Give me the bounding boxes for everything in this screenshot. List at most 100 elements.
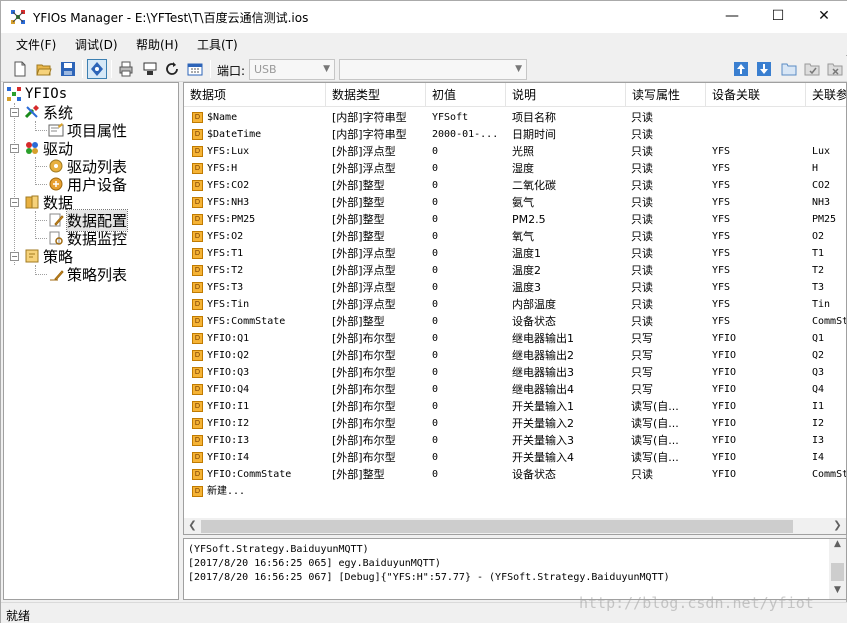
scroll-down-icon[interactable]: ▼ bbox=[829, 585, 846, 595]
column-header-device[interactable]: 设备关联 bbox=[706, 83, 806, 107]
tree-root[interactable]: YFIOs bbox=[6, 85, 67, 103]
menu-file[interactable]: 文件(F) bbox=[16, 36, 56, 53]
collapse-icon[interactable]: − bbox=[10, 251, 19, 261]
table-row[interactable]: D YFS:CO2 [外部]整型 0 二氧化碳 只读 YFS CO2 bbox=[184, 177, 846, 194]
table-row[interactable]: D YFS:Tin [外部]浮点型 0 内部温度 只读 YFS Tin bbox=[184, 296, 846, 313]
minimize-button[interactable]: — bbox=[709, 1, 755, 31]
tree-item-project-properties[interactable]: 项目属性 bbox=[48, 121, 127, 140]
table-row[interactable]: D $Name [内部]字符串型 YFSoft 项目名称 只读 bbox=[184, 109, 846, 126]
scroll-left-icon[interactable]: ❮ bbox=[184, 520, 201, 533]
scroll-up-icon[interactable]: ▲ bbox=[829, 539, 846, 549]
table-row[interactable]: D $DateTime [内部]字符串型 2000-01-... 日期时间 只读 bbox=[184, 126, 846, 143]
log-panel[interactable]: (YFSoft.Strategy.BaiduyunMQTT) [2017/8/2… bbox=[183, 538, 847, 600]
table-row[interactable]: D YFS:CommState [外部]整型 0 设备状态 只读 YFS CommSt bbox=[184, 313, 846, 330]
cell-device: YFIO bbox=[712, 435, 737, 446]
cell-access: 只读 bbox=[631, 230, 653, 243]
folder-delete-icon bbox=[827, 63, 843, 76]
tree-item-user-device[interactable]: 用户设备 bbox=[48, 175, 127, 194]
table-row[interactable]: D YFS:PM25 [外部]整型 0 PM2.5 只读 YFS PM25 bbox=[184, 211, 846, 228]
refresh-button[interactable] bbox=[162, 59, 182, 79]
column-header-access[interactable]: 读写属性 bbox=[626, 83, 706, 107]
vertical-scrollbar[interactable]: ▲ ▼ bbox=[829, 539, 846, 599]
table-row[interactable]: D YFS:NH3 [外部]整型 0 氨气 只读 YFS NH3 bbox=[184, 194, 846, 211]
cell-item-text: YFIO:I1 bbox=[207, 401, 250, 412]
cell-item-text: YFIO:I4 bbox=[207, 452, 250, 463]
folder-check-button[interactable] bbox=[802, 59, 822, 79]
folder-delete-button[interactable] bbox=[825, 59, 845, 79]
open-button[interactable] bbox=[34, 59, 54, 79]
new-file-button[interactable] bbox=[10, 59, 30, 79]
tree-item-driver-list[interactable]: 驱动列表 bbox=[48, 157, 127, 176]
menu-tools[interactable]: 工具(T) bbox=[197, 36, 238, 53]
maximize-button[interactable]: ☐ bbox=[755, 1, 801, 31]
scrollbar-thumb[interactable] bbox=[831, 563, 844, 581]
collapse-icon[interactable]: − bbox=[10, 143, 19, 153]
tree-item-data-monitor[interactable]: 数据监控 bbox=[48, 229, 127, 248]
table-row[interactable]: D YFS:T3 [外部]浮点型 0 温度3 只读 YFS T3 bbox=[184, 279, 846, 296]
print-button[interactable] bbox=[116, 59, 136, 79]
table-row[interactable]: D YFS:T1 [外部]浮点型 0 温度1 只读 YFS T1 bbox=[184, 245, 846, 262]
table-row[interactable]: D YFIO:I1 [外部]布尔型 0 开关量输入1 读写(自... YFIO I1 bbox=[184, 398, 846, 415]
cell-item-text: YFIO:Q3 bbox=[207, 367, 250, 378]
cell-initial: 0 bbox=[432, 214, 439, 225]
table-row[interactable]: D YFIO:I4 [外部]布尔型 0 开关量输入4 读写(自... YFIO I4 bbox=[184, 449, 846, 466]
move-down-button[interactable] bbox=[754, 59, 774, 79]
cell-device: YFIO bbox=[712, 384, 737, 395]
save-button[interactable] bbox=[58, 59, 78, 79]
app-logo-icon bbox=[11, 10, 25, 24]
column-header-initial[interactable]: 初值 bbox=[426, 83, 506, 107]
device-select[interactable]: ▼ bbox=[339, 59, 527, 80]
tree-item-data-config[interactable]: 数据配置 bbox=[48, 208, 129, 232]
table-row[interactable]: D YFIO:CommState [外部]整型 0 设备状态 只读 YFIO CommSt bbox=[184, 466, 847, 483]
tree-item-strategy-list[interactable]: 策略列表 bbox=[48, 265, 127, 284]
tree-node-strategy[interactable]: − 策略 bbox=[10, 247, 73, 266]
cell-item-text: YFS:PM25 bbox=[207, 214, 256, 225]
cell-device bbox=[712, 483, 808, 500]
horizontal-scrollbar[interactable]: ❮ ❯ bbox=[184, 518, 846, 534]
cell-item-text: YFIO:I2 bbox=[207, 418, 250, 429]
data-item-icon: D bbox=[192, 367, 203, 378]
table-row[interactable]: D YFIO:I2 [外部]布尔型 0 开关量输入2 读写(自... YFIO I2 bbox=[184, 415, 846, 432]
table-row[interactable]: D YFS:O2 [外部]整型 0 氧气 只读 YFS O2 bbox=[184, 228, 846, 245]
move-up-icon bbox=[734, 62, 748, 76]
cell-access: 只读 bbox=[631, 281, 653, 294]
folder-button[interactable] bbox=[779, 59, 799, 79]
close-icon: ✕ bbox=[818, 8, 830, 24]
tree-node-data[interactable]: − 数据 bbox=[10, 193, 73, 212]
menu-debug[interactable]: 调试(D) bbox=[75, 36, 118, 53]
column-header-param[interactable]: 关联参 bbox=[806, 83, 846, 107]
cell-device: YFIO bbox=[712, 401, 737, 412]
refresh-icon bbox=[166, 62, 178, 75]
close-button[interactable]: ✕ bbox=[801, 1, 847, 31]
port-select[interactable]: USB ▼ bbox=[249, 59, 335, 80]
cell-initial: 0 bbox=[432, 146, 439, 157]
table-row[interactable]: D YFS:T2 [外部]浮点型 0 温度2 只读 YFS T2 bbox=[184, 262, 846, 279]
tree-node-system[interactable]: − 系统 bbox=[10, 103, 73, 122]
collapse-icon[interactable]: − bbox=[10, 197, 19, 207]
move-up-button[interactable] bbox=[731, 59, 751, 79]
table-row[interactable]: D YFIO:Q3 [外部]布尔型 0 继电器输出3 只写 YFIO Q3 bbox=[184, 364, 846, 381]
scrollbar-thumb[interactable] bbox=[201, 520, 793, 533]
table-row[interactable]: D YFIO:Q2 [外部]布尔型 0 继电器输出2 只写 YFIO Q2 bbox=[184, 347, 846, 364]
table-row[interactable]: D YFIO:I3 [外部]布尔型 0 开关量输入3 读写(自... YFIO I3 bbox=[184, 432, 846, 449]
cell-description: 继电器输出2 bbox=[512, 349, 574, 362]
table-row[interactable]: D YFIO:Q4 [外部]布尔型 0 继电器输出4 只写 YFIO Q4 bbox=[184, 381, 846, 398]
column-header-item[interactable]: 数据项 bbox=[184, 83, 326, 107]
table-row[interactable]: D YFIO:Q1 [外部]布尔型 0 继电器输出1 只写 YFIO Q1 bbox=[184, 330, 846, 347]
calendar-button[interactable] bbox=[185, 59, 205, 79]
table-row[interactable]: D YFS:Lux [外部]浮点型 0 光照 只读 YFS Lux bbox=[184, 143, 846, 160]
table-row[interactable]: D YFS:H [外部]浮点型 0 湿度 只读 YFS H bbox=[184, 160, 846, 177]
cell-access: 读写(自... bbox=[631, 451, 679, 464]
cell-param: CommSt bbox=[812, 469, 847, 480]
table-row[interactable]: D 新建... bbox=[184, 483, 846, 500]
menu-help[interactable]: 帮助(H) bbox=[136, 36, 178, 53]
collapse-icon[interactable]: − bbox=[10, 107, 19, 117]
debug-button[interactable] bbox=[87, 59, 107, 79]
tree-node-driver[interactable]: − 驱动 bbox=[10, 139, 73, 158]
cell-description: 湿度 bbox=[512, 162, 534, 175]
column-header-description[interactable]: 说明 bbox=[506, 83, 626, 107]
cell-access: 只读 bbox=[631, 179, 653, 192]
print-preview-button[interactable] bbox=[140, 59, 160, 79]
column-header-type[interactable]: 数据类型 bbox=[326, 83, 426, 107]
scroll-right-icon[interactable]: ❯ bbox=[829, 520, 846, 533]
